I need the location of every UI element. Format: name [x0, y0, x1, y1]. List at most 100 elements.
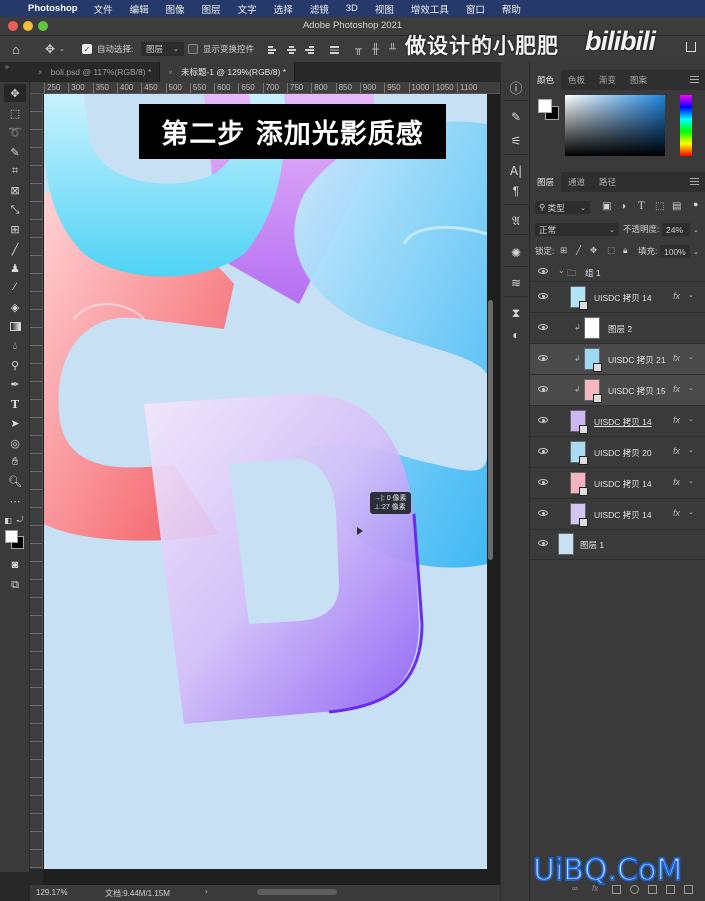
type-tool-icon[interactable]: T — [4, 395, 26, 413]
layer-row[interactable]: UISDC 拷贝 20 fx ⌄ — [530, 437, 705, 468]
brush-tool-icon[interactable]: ╱ — [4, 240, 26, 258]
hand-tool-icon[interactable]: ✋︎ — [4, 453, 26, 471]
layer-row[interactable]: UISDC 拷贝 14 fx ⌄ — [530, 406, 705, 437]
dodge-tool-icon[interactable]: ⚲ — [4, 356, 26, 374]
visibility-eye-icon[interactable] — [538, 386, 548, 392]
layer-row[interactable]: UISDC 拷贝 14 fx ⌄ — [530, 282, 705, 313]
visibility-eye-icon[interactable] — [538, 293, 548, 299]
panel-menu-icon[interactable] — [690, 76, 699, 83]
paragraph-icon[interactable]: ¶ — [506, 182, 526, 200]
tab-color[interactable]: 颜色 — [530, 70, 562, 90]
lock-image-icon[interactable]: ╱ — [576, 245, 581, 256]
color-picker-field[interactable] — [565, 95, 665, 156]
tab-boli-psd[interactable]: × boli.psd @ 117%(RGB/8) * — [30, 62, 161, 82]
status-menu-arrow[interactable]: › — [205, 887, 208, 896]
menu-type[interactable]: 文字 — [238, 2, 257, 16]
layer-filter-dropdown[interactable]: ⚲ 类型 ⌄ — [535, 201, 590, 214]
navigator-icon[interactable]: ◐ — [506, 326, 526, 344]
align-hcenter-icon[interactable] — [287, 46, 296, 54]
align-right-icon[interactable] — [305, 46, 314, 54]
glyphs-icon[interactable]: 𝔄 — [506, 212, 526, 230]
color-panel-foreground[interactable] — [538, 99, 552, 113]
default-colors-icon[interactable]: ◧ — [2, 511, 14, 529]
clone-stamp-tool-icon[interactable]: ♟ — [4, 259, 26, 277]
collapse-toolbar-icon[interactable]: » — [5, 64, 9, 71]
visibility-eye-icon[interactable] — [538, 479, 548, 485]
tab-channels[interactable]: 通道 — [561, 172, 592, 192]
chevron-down-icon[interactable]: ⌄ — [688, 415, 694, 423]
healing-brush-tool-icon[interactable]: ⊞ — [4, 220, 26, 238]
menu-filter[interactable]: 滤镜 — [310, 2, 329, 16]
tab-patterns[interactable]: 图案 — [623, 70, 654, 90]
menu-app-name[interactable]: Photoshop — [28, 3, 78, 14]
ellipse-tool-icon[interactable]: ◎ — [4, 434, 26, 452]
path-select-tool-icon[interactable]: ➤ — [4, 414, 26, 432]
menu-help[interactable]: 帮助 — [502, 2, 521, 16]
layer-row[interactable]: UISDC 拷贝 14 fx ⌄ — [530, 468, 705, 499]
info-icon[interactable]: ⓘ — [506, 78, 526, 96]
layer-row-background[interactable]: 图层 1 — [530, 529, 705, 560]
zoom-tool-icon[interactable]: 🔍︎ — [4, 472, 26, 490]
chevron-down-icon[interactable]: ⌄ — [688, 384, 694, 392]
history-icon[interactable]: ⧗ — [506, 304, 526, 322]
crop-tool-icon[interactable]: ⌗ — [4, 162, 26, 180]
libraries-icon[interactable]: ✺ — [506, 244, 526, 262]
fill-field[interactable]: 100% ⌄ — [660, 245, 699, 258]
layer-group-row[interactable]: ⌄ 🗀 组 1 — [530, 262, 705, 282]
visibility-eye-icon[interactable] — [538, 355, 548, 361]
filter-pixel-icon[interactable]: ▣ — [602, 201, 611, 212]
tab-swatches[interactable]: 色板 — [561, 70, 592, 90]
filter-toggle-icon[interactable]: ● — [693, 199, 698, 209]
horizontal-scrollbar[interactable] — [257, 889, 337, 895]
menu-file[interactable]: 文件 — [94, 2, 113, 16]
brush-settings-icon[interactable]: ✎ — [506, 108, 526, 126]
auto-select-option[interactable]: ✓ 自动选择: — [82, 42, 133, 56]
auto-select-target-dropdown[interactable]: 图层 ⌄ — [141, 42, 184, 56]
visibility-eye-icon[interactable] — [538, 510, 548, 516]
swap-colors-icon[interactable]: ⤾ — [14, 511, 26, 529]
marquee-tool-icon[interactable]: ⬚ — [4, 104, 26, 122]
menu-view[interactable]: 视图 — [375, 2, 394, 16]
move-tool-preset-icon[interactable]: ✥ ⌄ — [45, 42, 65, 56]
visibility-eye-icon[interactable] — [538, 324, 548, 330]
eraser-tool-icon[interactable]: ◈ — [4, 298, 26, 316]
tab-layers[interactable]: 图层 — [530, 172, 562, 192]
blur-tool-icon[interactable]: 💧︎ — [4, 337, 26, 355]
distribute-icon[interactable] — [330, 46, 339, 54]
close-tab-icon[interactable]: × — [168, 68, 173, 77]
menu-layer[interactable]: 图层 — [202, 2, 221, 16]
filter-adjustment-icon[interactable]: ◑ — [620, 201, 626, 212]
opacity-field[interactable]: 24% ⌄ — [662, 223, 699, 236]
align-bottom-icon[interactable]: ╨ — [389, 42, 396, 56]
tab-untitled-1[interactable]: × 未标题-1 @ 129%(RGB/8) * — [160, 62, 295, 82]
visibility-eye-icon[interactable] — [538, 540, 548, 546]
adjustments-icon[interactable]: ⚟ — [506, 132, 526, 150]
move-tool-icon[interactable]: ✥ — [4, 84, 26, 102]
tab-gradients[interactable]: 渐变 — [592, 70, 623, 90]
history-brush-tool-icon[interactable]: ⁄ — [4, 278, 26, 296]
quick-mask-icon[interactable]: ◙ — [4, 556, 26, 574]
eyedropper-tool-icon[interactable]: ⤡ — [4, 201, 26, 219]
delete-layer-icon[interactable] — [684, 885, 693, 894]
filter-smart-object-icon[interactable]: ▤ — [672, 201, 681, 212]
filter-shape-icon[interactable]: ⬚ — [655, 201, 664, 212]
visibility-eye-icon[interactable] — [538, 268, 548, 274]
zoom-level[interactable]: 129.17% — [36, 888, 68, 897]
lock-artboard-icon[interactable]: ⬚ — [607, 245, 615, 256]
layer-row[interactable]: ↲ UISDC 拷贝 21 fx ⌄ — [530, 344, 705, 375]
align-top-icon[interactable]: ╥ — [355, 42, 362, 56]
layer-row[interactable]: ↲ UISDC 拷贝 15 fx ⌄ — [530, 375, 705, 406]
hue-slider[interactable] — [680, 95, 692, 156]
lasso-tool-icon[interactable]: ➰ — [4, 123, 26, 141]
lock-position-icon[interactable]: ✥ — [590, 245, 597, 256]
document-canvas[interactable]: 第二步 添加光影质感 →|: 0 像素 ⊥:27 像素 — [44, 94, 487, 869]
layer-effects-icon[interactable]: fx — [673, 384, 680, 394]
menu-3d[interactable]: 3D — [346, 3, 358, 14]
chevron-down-icon[interactable]: ⌄ — [688, 353, 694, 361]
menu-window[interactable]: 窗口 — [466, 2, 485, 16]
opacity-value[interactable]: 24% — [662, 223, 690, 236]
chevron-down-icon[interactable]: ⌄ — [688, 477, 694, 485]
show-transform-option[interactable]: 显示变换控件 — [188, 42, 254, 56]
chevron-down-icon[interactable]: ⌄ — [688, 446, 694, 454]
screen-mode-icon[interactable]: ⧉ — [4, 576, 26, 594]
